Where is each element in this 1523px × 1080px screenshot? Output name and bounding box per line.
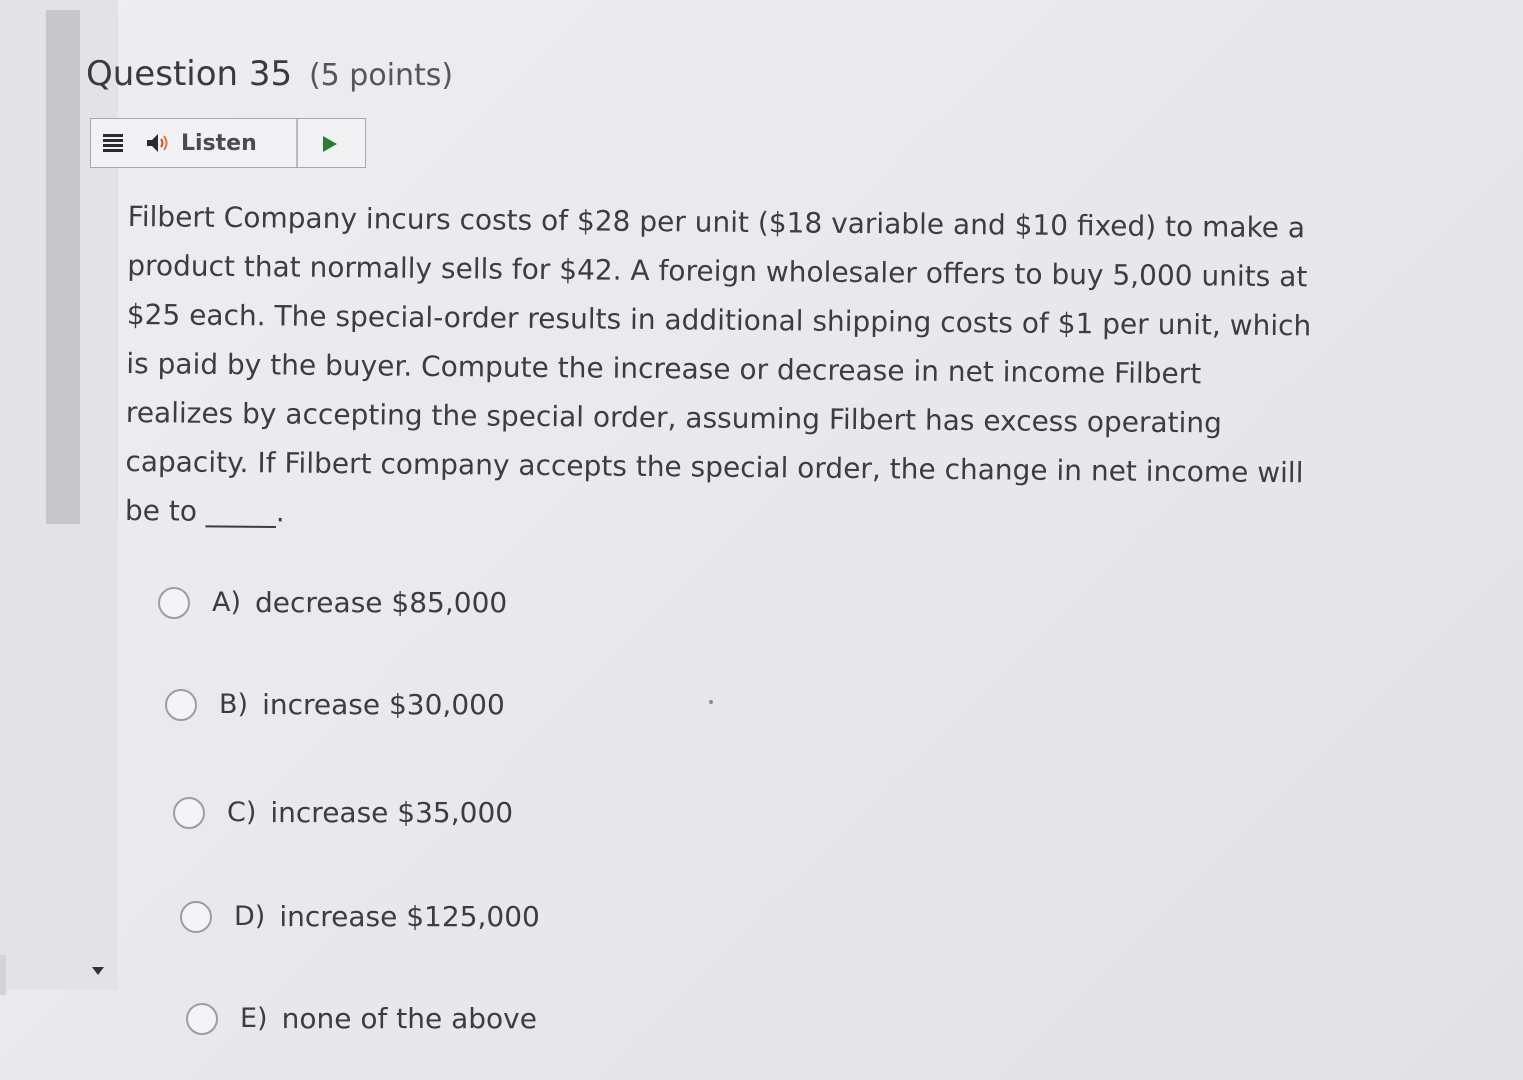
option-letter: A): [212, 587, 242, 618]
radio-button[interactable]: [158, 586, 190, 619]
question-points: (5 points): [308, 58, 454, 93]
option-c[interactable]: C) increase $35,000: [173, 796, 513, 829]
play-icon[interactable]: [323, 136, 337, 152]
option-text: none of the above: [281, 1002, 537, 1035]
option-text: increase $125,000: [279, 900, 540, 933]
left-rail-edge: [0, 955, 6, 995]
option-d[interactable]: D) increase $125,000: [180, 900, 540, 933]
listen-toolbar: Listen: [90, 118, 366, 168]
radio-button[interactable]: [180, 900, 212, 933]
radio-button[interactable]: [173, 796, 205, 829]
option-e[interactable]: E) none of the above: [186, 1002, 537, 1035]
speaker-icon[interactable]: [145, 131, 173, 155]
option-text: increase $30,000: [262, 688, 505, 721]
toolbar-divider: [296, 119, 298, 167]
screen-speck: [709, 700, 713, 704]
option-letter: D): [234, 901, 266, 932]
radio-button[interactable]: [165, 688, 197, 721]
option-text: increase $35,000: [270, 796, 514, 829]
question-title: Question 35: [86, 54, 293, 94]
option-letter: E): [240, 1003, 268, 1034]
menu-icon[interactable]: [103, 134, 123, 152]
question-header: Question 35 (5 points): [86, 54, 453, 94]
radio-button[interactable]: [186, 1002, 218, 1035]
option-text: decrease $85,000: [255, 586, 508, 619]
option-letter: B): [219, 689, 249, 720]
option-a[interactable]: A) decrease $85,000: [158, 586, 507, 619]
caret-down-icon[interactable]: [92, 967, 104, 975]
option-b[interactable]: B) increase $30,000: [165, 688, 505, 721]
question-progress-bar: [46, 10, 80, 524]
listen-button[interactable]: Listen: [181, 131, 257, 156]
question-text: Filbert Company incurs costs of $28 per …: [125, 192, 1393, 547]
option-letter: C): [227, 797, 257, 828]
